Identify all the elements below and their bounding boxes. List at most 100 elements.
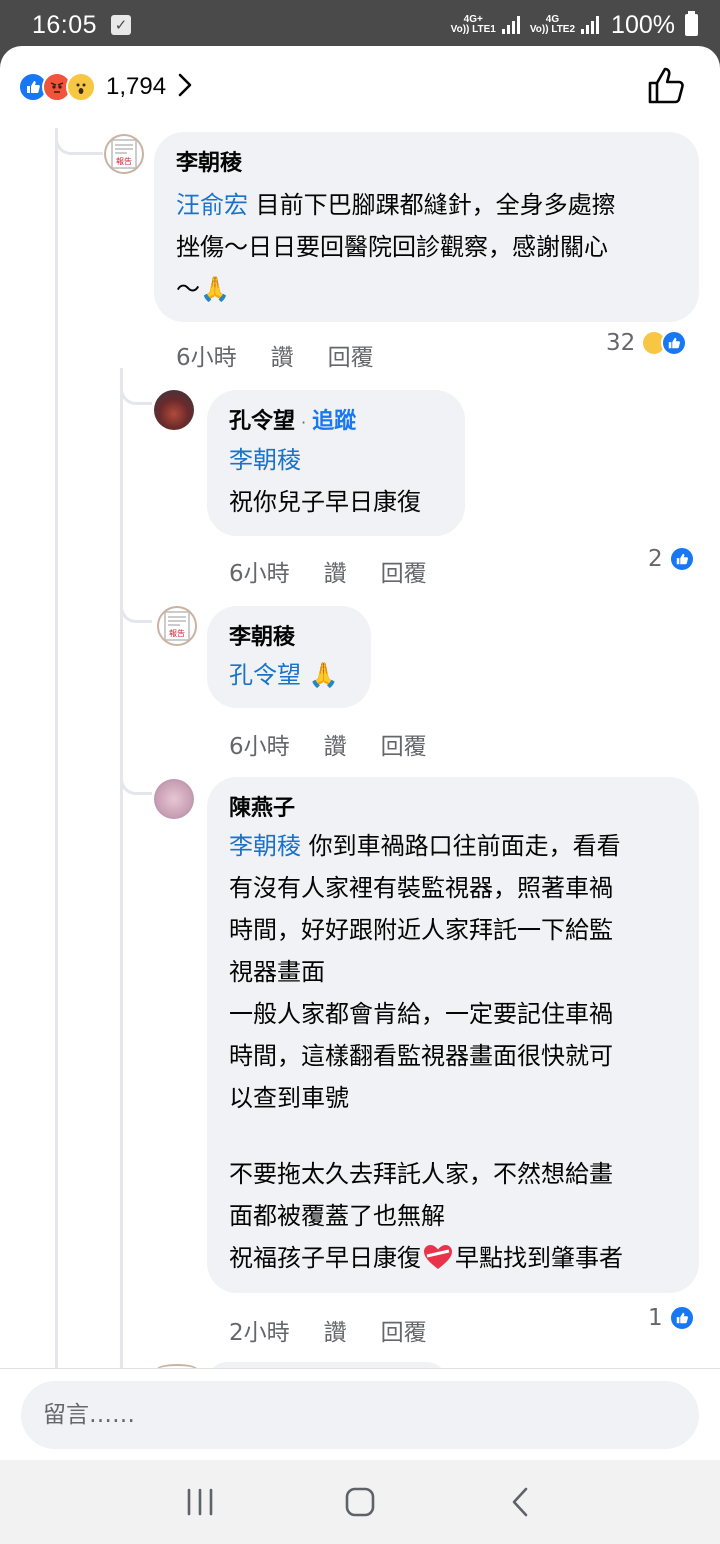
comment-text-line: 你到車禍路口往前面走，看看 — [301, 832, 621, 860]
reaction-icons — [18, 72, 96, 102]
thread-line — [55, 128, 58, 1368]
comment-bubble[interactable]: 李朝稜 孔令望 🙏 — [207, 606, 371, 708]
avatar[interactable]: 報告 — [157, 606, 197, 646]
comment-text-line: 祝福孩子早日康復 — [229, 1244, 421, 1272]
comment-meta: 6小時 讚 回覆 — [229, 727, 427, 761]
thumbs-up-icon — [648, 67, 684, 104]
avatar[interactable] — [154, 390, 194, 430]
comment-reactions[interactable]: 1 — [648, 1305, 695, 1331]
status-bar: 16:05 ✓ 4G+ Vo)) LTE1 4G Vo)) LTE2 100% — [0, 0, 720, 50]
comment-author[interactable]: 李朝稜 — [229, 624, 349, 652]
recent-apps-button[interactable] — [170, 1472, 230, 1532]
comment-reactions[interactable]: 32 — [606, 330, 688, 356]
back-button[interactable] — [490, 1472, 550, 1532]
comment-time: 6小時 — [229, 734, 290, 760]
comment-text-line: 挫傷～日日要回醫院回診觀察，感謝關心 — [176, 233, 608, 261]
avatar[interactable]: 報告 — [104, 134, 144, 174]
reply-button[interactable]: 回覆 — [328, 338, 374, 372]
svg-text:報告: 報告 — [169, 628, 185, 638]
status-indicators: 4G+ Vo)) LTE1 4G Vo)) LTE2 100% — [451, 11, 698, 40]
sim2-indicator: 4G Vo)) LTE2 — [530, 15, 575, 35]
comment-bubble[interactable]: 孔令望 · 追蹤 李朝稜 祝你兒子早日康復 — [207, 390, 465, 536]
comment-text-line: ～ — [176, 275, 200, 303]
mention-link[interactable]: 汪俞宏 — [176, 191, 248, 219]
avatar[interactable] — [154, 779, 194, 819]
sim1-label: Vo)) LTE1 — [450, 24, 496, 35]
navigation-bar — [0, 1460, 720, 1544]
comment-author-line: 孔令望 · 追蹤 — [229, 409, 357, 434]
comment-text-line: 祝你兒子早日康復 — [229, 488, 421, 516]
comment-meta: 2小時 讚 回覆 — [229, 1313, 427, 1347]
comment-reaction-count: 2 — [648, 546, 663, 572]
comment-text-line: 有沒有人家裡有裝監視器，照著車禍 — [229, 874, 613, 902]
comment-composer — [0, 1368, 720, 1460]
comment-text-line: 面都被覆蓋了也無解 — [229, 1202, 445, 1230]
comment-time: 6小時 — [176, 345, 237, 371]
reply-button[interactable]: 回覆 — [381, 1313, 427, 1347]
sim2-label: Vo)) LTE2 — [529, 24, 576, 35]
like-icon — [661, 330, 688, 356]
folded-hands-emoji: 🙏 — [200, 275, 230, 303]
comment-time: 6小時 — [229, 561, 290, 587]
like-icon — [668, 546, 695, 572]
comment-author[interactable]: 李朝稜 — [176, 150, 677, 178]
recent-apps-icon — [187, 1488, 213, 1516]
reactions-summary[interactable]: 1,794 — [0, 46, 720, 128]
svg-text:報告: 報告 — [116, 156, 132, 166]
comment-text: 孔令望 🙏 — [229, 654, 349, 696]
follow-button[interactable]: 追蹤 — [312, 409, 356, 434]
chevron-right-icon — [178, 73, 192, 101]
comment-text-line: 一般人家都會肯給，一定要記住車禍 — [229, 1000, 613, 1028]
reply-button[interactable]: 回覆 — [381, 727, 427, 761]
sim1-indicator: 4G+ Vo)) LTE1 — [451, 15, 496, 35]
mending-heart-icon — [423, 1241, 453, 1283]
comment-meta: 6小時 讚 回覆 — [229, 554, 427, 588]
comment-text-line: 目前下巴腳踝都縫針，全身多處擦 — [248, 191, 616, 219]
reaction-count: 1,794 — [106, 73, 167, 100]
home-icon — [345, 1487, 375, 1517]
comment-reactions[interactable]: 2 — [648, 546, 695, 572]
thread-connector — [120, 586, 152, 623]
comment-time: 2小時 — [229, 1320, 290, 1346]
like-post-button[interactable] — [646, 66, 686, 106]
battery-percent: 100% — [611, 10, 675, 39]
folded-hands-emoji: 🙏 — [308, 661, 339, 689]
back-icon — [512, 1487, 528, 1517]
comment-input[interactable] — [21, 1381, 699, 1449]
comment-bubble[interactable]: 陳燕子 李朝稜 你到車禍路口往前面走，看看 有沒有人家裡有裝監視器，照著車禍 時… — [207, 777, 699, 1293]
mention-link[interactable]: 孔令望 — [229, 661, 301, 689]
comment-reaction-count: 1 — [648, 1305, 663, 1331]
comment-text-line: 早點找到肇事者 — [455, 1244, 623, 1272]
like-comment-button[interactable]: 讚 — [324, 554, 347, 588]
home-button[interactable] — [330, 1472, 390, 1532]
comment-text-line: 以查到車號 — [229, 1084, 349, 1112]
comment-reaction-count: 32 — [606, 330, 636, 356]
battery-icon — [685, 11, 698, 36]
checkbox-notification-icon: ✓ — [111, 15, 132, 35]
comment-text-line: 時間，這樣翻看監視器畫面很快就可 — [229, 1042, 613, 1070]
like-comment-button[interactable]: 讚 — [271, 338, 294, 372]
mention-link[interactable]: 李朝稜 — [229, 832, 301, 860]
comment-text: 汪俞宏 目前下巴腳踝都縫針，全身多處擦 挫傷～日日要回醫院回診觀察，感謝關心 ～… — [176, 184, 677, 310]
like-comment-button[interactable]: 讚 — [324, 1313, 347, 1347]
signal-strength-icon — [581, 16, 600, 34]
signal-strength-icon — [501, 16, 520, 34]
comment-text: 李朝稜 祝你兒子早日康復 — [229, 439, 443, 523]
like-comment-button[interactable]: 讚 — [324, 727, 347, 761]
thread-line — [120, 368, 123, 1368]
reply-button[interactable]: 回覆 — [381, 554, 427, 588]
comment-text: 李朝稜 你到車禍路口往前面走，看看 有沒有人家裡有裝監視器，照著車禍 時間，好好… — [229, 825, 677, 1283]
thread-connector — [55, 128, 103, 155]
comment-author[interactable]: 孔令望 — [229, 409, 295, 434]
thread-connector — [120, 368, 152, 405]
wow-icon — [66, 72, 96, 102]
comment-author[interactable]: 陳燕子 — [229, 795, 677, 823]
comment-text-line: 時間，好好跟附近人家拜託一下給監 — [229, 916, 613, 944]
thread-connector — [120, 758, 152, 795]
comment-meta: 6小時 讚 回覆 — [176, 338, 374, 372]
comments-sheet: 1,794 報告 李朝稜 汪俞宏 目前下巴腳踝都縫針，全身多處擦 挫傷～日日要回… — [0, 46, 720, 1460]
comment-bubble[interactable]: 李朝稜 汪俞宏 目前下巴腳踝都縫針，全身多處擦 挫傷～日日要回醫院回診觀察，感謝… — [154, 132, 699, 322]
mention-link[interactable]: 李朝稜 — [229, 446, 301, 474]
comment-text-line: 不要拖太久去拜託人家，不然想給畫 — [229, 1160, 613, 1188]
like-icon — [668, 1305, 695, 1331]
